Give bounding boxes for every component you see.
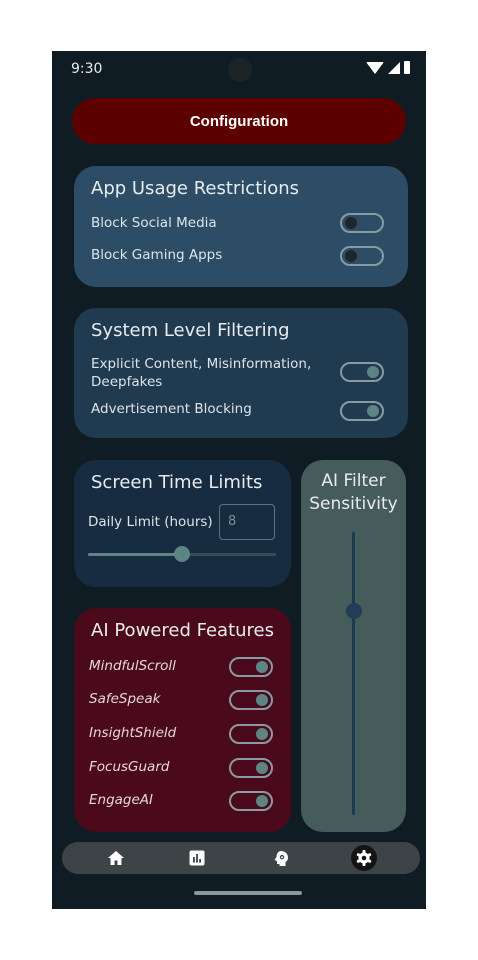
screen-time-card: Screen Time Limits Daily Limit (hours) 8 [74, 460, 291, 587]
toggle-knob [367, 405, 379, 417]
home-icon [108, 851, 124, 865]
engageai-label: EngageAI [89, 792, 154, 808]
advertisement-blocking-label: Advertisement Blocking [91, 401, 252, 417]
toggle-knob [256, 762, 268, 774]
block-social-media-toggle[interactable] [340, 213, 384, 233]
nav-stats[interactable] [186, 847, 208, 869]
safespeak-toggle[interactable] [229, 690, 273, 710]
safespeak-label: SafeSpeak [89, 691, 161, 707]
screen-time-title: Screen Time Limits [91, 472, 263, 493]
bottom-nav [62, 842, 420, 874]
app-usage-card: App Usage Restrictions Block Social Medi… [74, 166, 408, 287]
engageai-toggle[interactable] [229, 791, 273, 811]
system-filtering-card: System Level Filtering Explicit Content,… [74, 308, 408, 438]
system-filtering-title: System Level Filtering [91, 320, 290, 341]
toggle-knob [256, 661, 268, 673]
toggle-knob [256, 694, 268, 706]
advertisement-blocking-toggle[interactable] [340, 401, 384, 421]
brain-icon [274, 850, 288, 866]
ai-sensitivity-title: AI Filter Sensitivity [309, 471, 398, 514]
status-time: 9:30 [71, 61, 103, 77]
configuration-button[interactable]: Configuration [72, 98, 406, 144]
signal-icon [388, 61, 400, 74]
camera-cutout [228, 58, 252, 82]
phone-screen: 9:30 Configuration App Usage Restriction… [52, 51, 426, 909]
daily-limit-label: Daily Limit (hours) [88, 514, 213, 530]
daily-limit-input[interactable]: 8 [219, 504, 275, 540]
toggle-knob [256, 795, 268, 807]
insightshield-toggle[interactable] [229, 724, 273, 744]
toggle-knob [256, 728, 268, 740]
gesture-bar[interactable] [194, 891, 302, 895]
slider-thumb[interactable] [346, 603, 362, 620]
screen-time-slider[interactable] [88, 546, 276, 562]
toggle-knob [345, 250, 357, 262]
status-icons [366, 61, 410, 74]
stats-icon [189, 850, 205, 866]
mindfulscroll-toggle[interactable] [229, 657, 273, 677]
explicit-content-label: Explicit Content, Misinformation, Deepfa… [91, 356, 312, 390]
slider-thumb[interactable] [174, 546, 190, 562]
focusguard-toggle[interactable] [229, 758, 273, 778]
slider-fill [88, 553, 182, 556]
ai-features-card: AI Powered Features MindfulScroll SafeSp… [74, 608, 291, 832]
focusguard-label: FocusGuard [89, 759, 170, 775]
ai-sensitivity-card: AI Filter Sensitivity [301, 460, 406, 832]
app-usage-title: App Usage Restrictions [91, 178, 300, 199]
toggle-knob [345, 217, 357, 229]
nav-insights[interactable] [270, 847, 292, 869]
nav-settings[interactable] [351, 845, 377, 871]
insightshield-label: InsightShield [89, 725, 177, 741]
mindfulscroll-label: MindfulScroll [89, 658, 176, 674]
block-gaming-apps-label: Block Gaming Apps [91, 247, 223, 263]
block-gaming-apps-toggle[interactable] [340, 246, 384, 266]
explicit-content-toggle[interactable] [340, 362, 384, 382]
ai-sensitivity-slider[interactable] [346, 532, 362, 815]
wifi-icon [366, 61, 384, 74]
ai-features-title: AI Powered Features [91, 620, 274, 641]
block-social-media-label: Block Social Media [91, 215, 217, 231]
toggle-knob [367, 366, 379, 378]
gear-icon [356, 850, 372, 866]
battery-icon [404, 61, 410, 74]
nav-home[interactable] [105, 847, 127, 869]
